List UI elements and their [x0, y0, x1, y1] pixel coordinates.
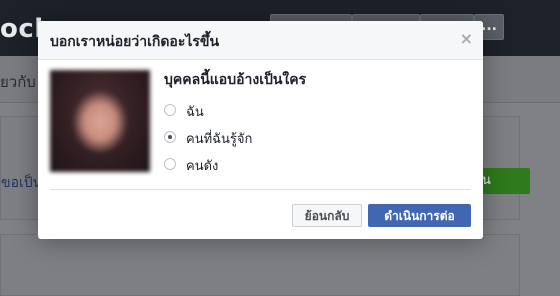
close-icon[interactable]: ×	[460, 29, 473, 48]
continue-button[interactable]: ดำเนินการต่อ	[368, 204, 471, 227]
dialog-title: บอกเราหน่อยว่าเกิดอะไรขึ้น	[50, 34, 220, 50]
option-label: ฉัน	[186, 105, 204, 120]
background-green-button: น	[482, 168, 530, 194]
option-label: คนดัง	[186, 159, 219, 174]
radio-button[interactable]	[164, 158, 176, 170]
impersonation-question: บุคคลนี้แอบอ้างเป็นใคร	[164, 72, 307, 88]
back-button[interactable]: ย้อนกลับ	[292, 204, 362, 227]
dialog-header: บอกเราหน่อยว่าเกิดอะไรขึ้น ×	[38, 21, 483, 60]
background-card-link: ขอเป็น	[1, 175, 43, 191]
profile-photo	[50, 70, 150, 172]
divider	[50, 189, 471, 190]
radio-button[interactable]	[164, 104, 176, 116]
report-dialog: บอกเราหน่อยว่าเกิดอะไรขึ้น × บุคคลนี้แอบ…	[38, 21, 483, 239]
about-tab-partial: ยวกับ	[0, 73, 36, 91]
radio-button-selected[interactable]	[164, 131, 176, 143]
background-green-button-label: น	[482, 173, 491, 188]
option-label: คนที่ฉันรู้จัก	[186, 132, 253, 147]
